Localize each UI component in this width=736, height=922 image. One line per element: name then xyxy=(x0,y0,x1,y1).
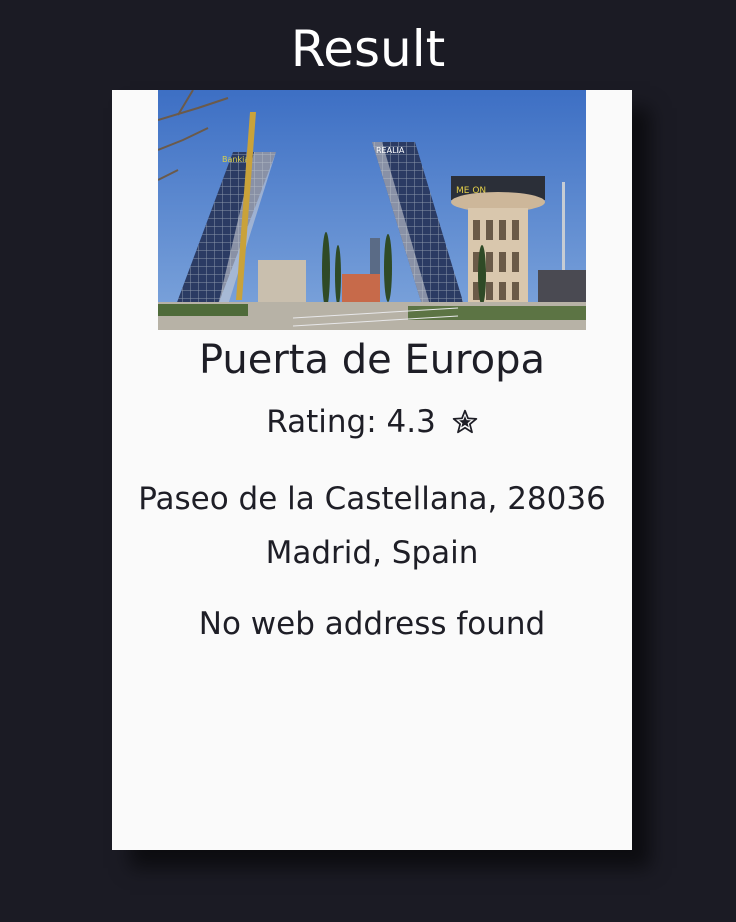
rating: Rating: 4.3 xyxy=(112,400,632,447)
address: Paseo de la Castellana, 28036 Madrid, Sp… xyxy=(112,472,632,580)
place-name: Puerta de Europa xyxy=(198,337,545,383)
place-photo: Bankia REALIA ME ON xyxy=(158,90,586,330)
page-title: Result xyxy=(290,20,446,78)
photo-sign-left: Bankia xyxy=(222,155,249,164)
address-line-1: Paseo de la Castellana, 28036 xyxy=(138,481,606,517)
website-text: No web address found xyxy=(198,606,546,642)
address-line-2: Madrid, Spain xyxy=(265,535,479,571)
result-card: Bankia REALIA ME ON Puerta de Europa Rat… xyxy=(112,90,632,850)
rating-value: 4.3 xyxy=(386,404,436,440)
star-icon xyxy=(452,403,478,447)
rating-label: Rating: xyxy=(266,404,377,440)
photo-sign-right: REALIA xyxy=(376,146,405,155)
